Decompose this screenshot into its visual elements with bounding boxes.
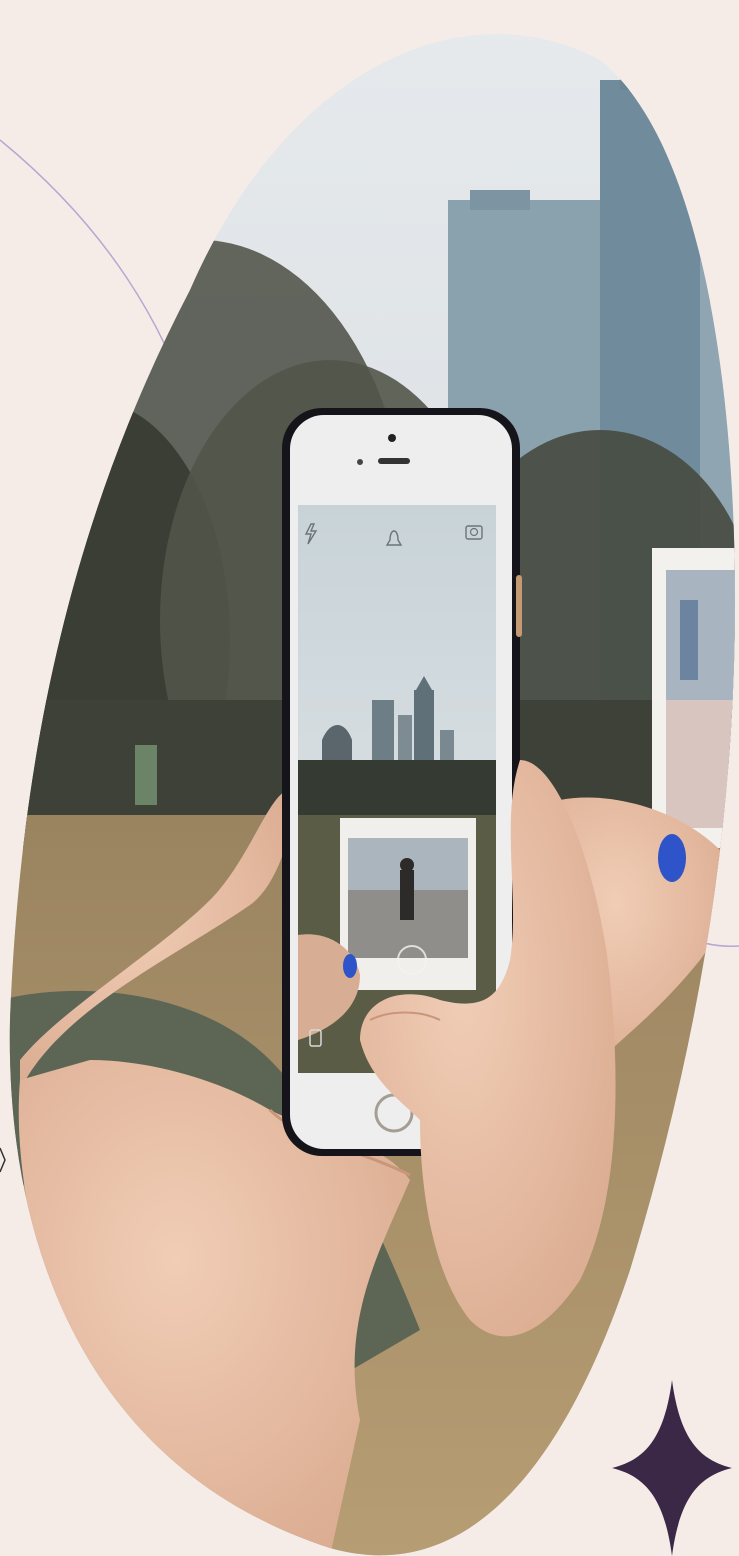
screen-nail-polish [343, 954, 357, 978]
held-polaroid [652, 548, 736, 848]
oval-photo [9, 34, 736, 1556]
photo-illustration [0, 34, 739, 1556]
screen-polaroid [340, 818, 476, 990]
side-button [516, 575, 522, 637]
phone-screen [298, 505, 496, 1073]
sensor-icon [357, 459, 363, 465]
front-camera-icon [388, 434, 396, 442]
decorative-curve-line [0, 139, 166, 346]
photo-banner [0, 0, 739, 1556]
edge-mark [0, 1147, 6, 1173]
earpiece-icon [378, 458, 410, 464]
sparkle-star-icon [612, 1380, 732, 1556]
nail-polish [658, 834, 686, 882]
